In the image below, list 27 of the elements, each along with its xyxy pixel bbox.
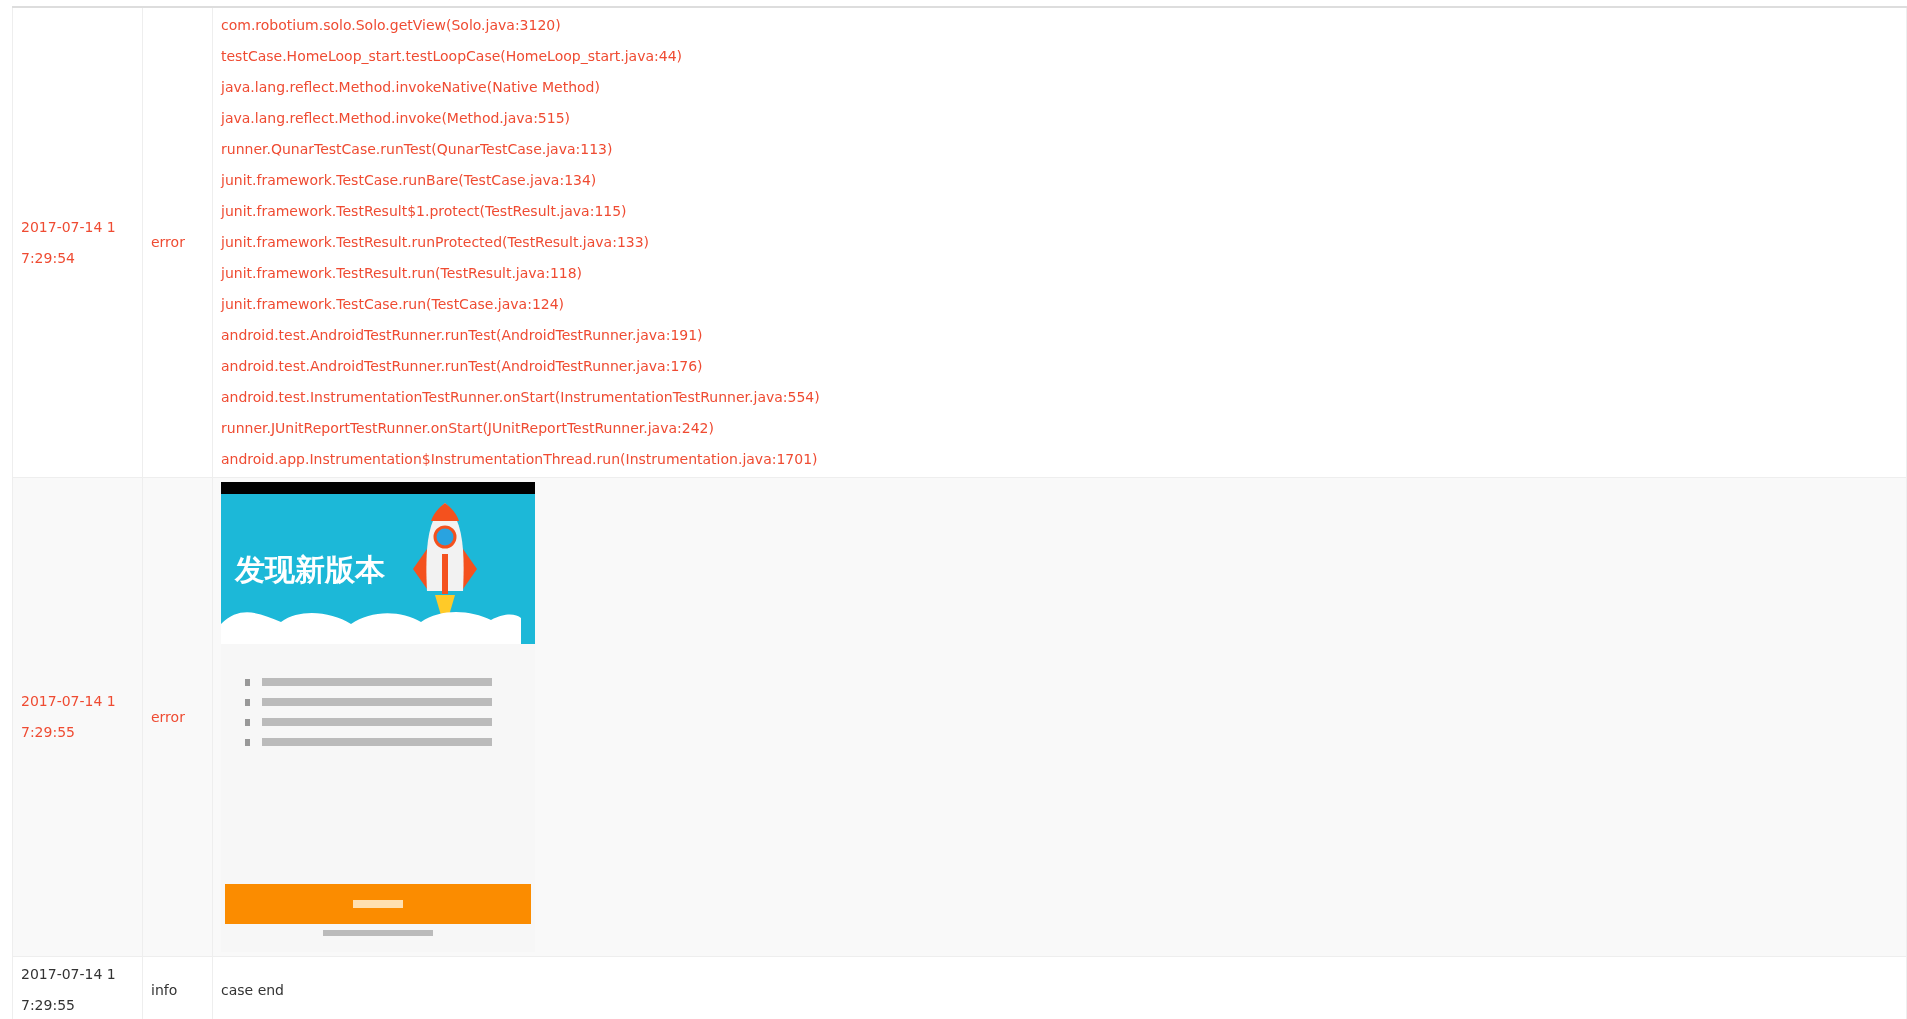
log-level: info [151, 981, 178, 998]
stack-trace-line: com.robotium.solo.Solo.getView(Solo.java:3120) [221, 16, 562, 35]
log-level: error [151, 708, 185, 725]
stack-trace-line: runner.QunarTestCase.runTest(QunarTestCase.java:113) [221, 140, 614, 159]
list-marker-icon [245, 738, 250, 746]
list-marker-icon [245, 698, 250, 706]
timestamp: 2017-07-14 1 7:29:55 [21, 965, 116, 1015]
stack-trace-line: android.test.AndroidTestRunner.runTest(AndroidTestRunner.java:176) [221, 357, 704, 376]
banner-title: 发现新版本 [235, 550, 385, 589]
list-marker-icon [245, 678, 250, 686]
timestamp: 2017-07-14 1 7:29:54 [21, 217, 116, 268]
stack-trace-line: junit.framework.TestCase.run(TestCase.java:124) [221, 295, 566, 314]
stack-trace-line: java.lang.reflect.Method.invokeNative(Native Method) [221, 78, 601, 97]
log-level: error [151, 234, 185, 250]
list-marker-icon [245, 718, 250, 726]
stack-trace-line: junit.framework.TestResult$1.protect(TestResult.java:115) [221, 202, 628, 221]
timestamp: 2017-07-14 1 7:29:55 [21, 692, 116, 742]
stack-trace-line: android.test.InstrumentationTestRunner.onStart(InstrumentationTestRunner.java:554) [221, 388, 821, 407]
stack-trace-line: runner.JUnitReportTestRunner.onStart(JUnitReportTestRunner.java:242) [221, 419, 715, 438]
stack-trace-line: java.lang.reflect.Method.invoke(Method.java:515) [221, 109, 572, 128]
stack-trace-line: junit.framework.TestResult.runProtected(TestResult.java:133) [221, 233, 651, 252]
stack-trace-line: testCase.HomeLoop_start.testLoopCase(HomeLoop_start.java:44) [221, 47, 684, 66]
log-message: case end [221, 981, 284, 998]
stack-trace-line: android.test.AndroidTestRunner.runTest(AndroidTestRunner.java:191) [221, 326, 704, 345]
stack-trace-line: junit.framework.TestResult.run(TestResult.java:118) [221, 264, 584, 283]
stack-trace-line: android.app.Instrumentation$InstrumentationThread.run(Instrumentation.java:1701) [221, 450, 819, 469]
stack-trace-line: junit.framework.TestCase.runBare(TestCase.java:134) [221, 171, 598, 190]
